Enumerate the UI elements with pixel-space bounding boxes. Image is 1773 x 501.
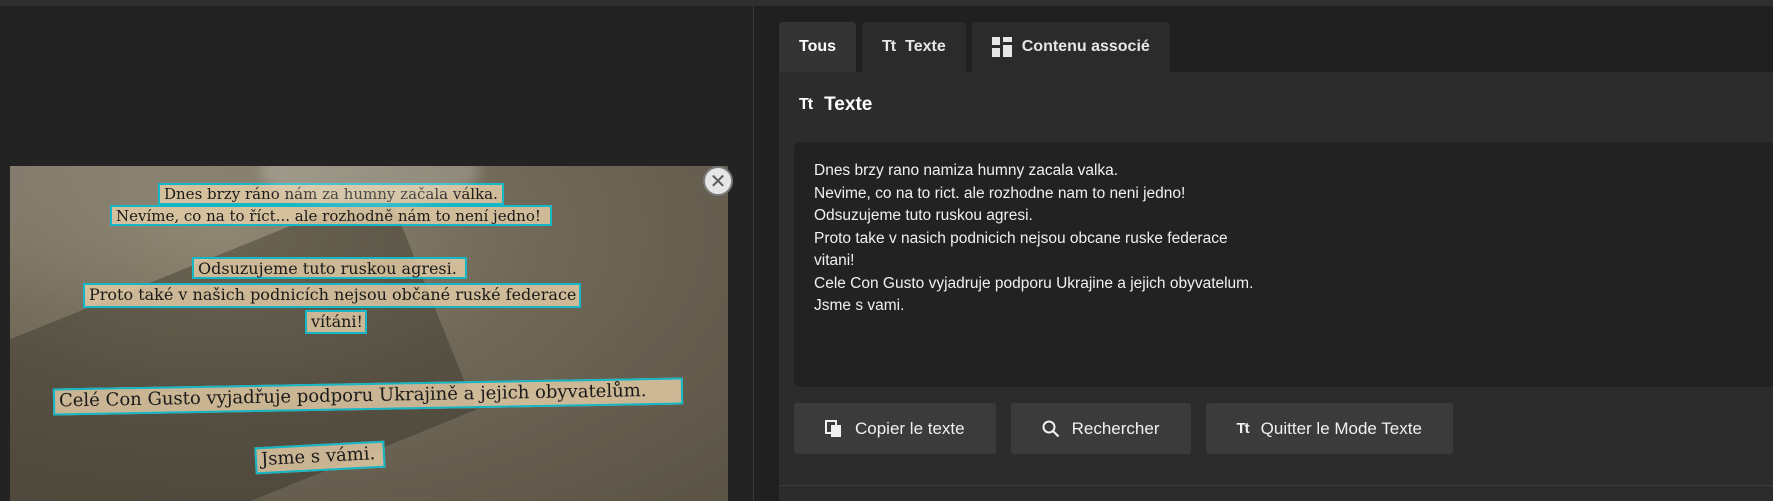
- pane-divider: [753, 6, 754, 501]
- search-label: Rechercher: [1071, 418, 1160, 438]
- text-line: Jsme s vami.: [814, 297, 905, 314]
- copy-text-label: Copier le texte: [855, 418, 965, 438]
- text-line: Odsuzujeme tuto ruskou agresi.: [814, 207, 1033, 224]
- close-icon: ✕: [709, 170, 727, 193]
- source-photo: Dnes brzy ráno nám za humny začala válka…: [10, 166, 728, 501]
- extracted-text-area[interactable]: Dnes brzy rano namiza humny zacala valka…: [794, 142, 1773, 387]
- panel-header: Tt Texte: [799, 94, 872, 116]
- panel-separator: [779, 485, 1773, 486]
- copy-text-button[interactable]: Copier le texte: [794, 403, 996, 454]
- grid-icon: [991, 37, 1012, 57]
- quit-text-mode-button[interactable]: Tt Quitter le Mode Texte: [1205, 403, 1453, 454]
- ocr-text-line[interactable]: Dnes brzy ráno nám za humny začala válka…: [158, 183, 504, 205]
- text-line: Dnes brzy rano namiza humny zacala valka…: [814, 162, 1119, 179]
- text-line: Proto take v nasich podnicich nejsou obc…: [814, 229, 1228, 247]
- tab-bar: Tous Tt Texte Contenu associé: [779, 22, 1170, 72]
- text-panel: Tt Texte Dnes brzy rano namiza humny zac…: [779, 72, 1773, 501]
- tab-label: Contenu associé: [1021, 38, 1150, 55]
- tab-label: Tous: [799, 38, 837, 55]
- ocr-text-line[interactable]: Proto také v našich podnicích nejsou obč…: [83, 283, 581, 308]
- text-line: vitani!: [814, 252, 855, 269]
- quit-text-mode-label: Quitter le Mode Texte: [1260, 418, 1422, 438]
- ocr-text-line[interactable]: Nevíme, co na to říct... ale rozhodně ná…: [110, 205, 552, 226]
- text-icon: Tt: [799, 96, 813, 113]
- text-line: Nevime, co na to rict. ale rozhodne nam …: [814, 184, 1186, 202]
- tab-all[interactable]: Tous: [779, 22, 857, 72]
- search-button[interactable]: Rechercher: [1010, 403, 1191, 454]
- text-icon: Tt: [1236, 420, 1250, 437]
- tab-text[interactable]: Tt Texte: [862, 22, 966, 72]
- panel-title: Texte: [824, 94, 873, 115]
- tab-label: Texte: [905, 38, 946, 55]
- tab-related-content[interactable]: Contenu associé: [971, 22, 1170, 72]
- search-icon: [1042, 420, 1059, 437]
- copy-icon: [825, 419, 841, 437]
- text-line: Cele Con Gusto vyjadruje podporu Ukrajin…: [814, 274, 1254, 292]
- action-bar: Copier le texte Rechercher Tt Quitter le…: [794, 403, 1453, 454]
- text-icon: Tt: [882, 38, 896, 55]
- ocr-text-line[interactable]: vítáni!: [305, 310, 367, 334]
- close-image-button[interactable]: ✕: [703, 166, 733, 196]
- ocr-text-line[interactable]: Odsuzujeme tuto ruskou agresi.: [192, 257, 467, 279]
- text-mode-pane: Tous Tt Texte Contenu associé Tt Texte D…: [779, 6, 1773, 501]
- ocr-text-line[interactable]: Celé Con Gusto vyjadřuje podporu Ukrajin…: [52, 377, 684, 416]
- ocr-text-line[interactable]: Jsme s vámi.: [254, 440, 386, 475]
